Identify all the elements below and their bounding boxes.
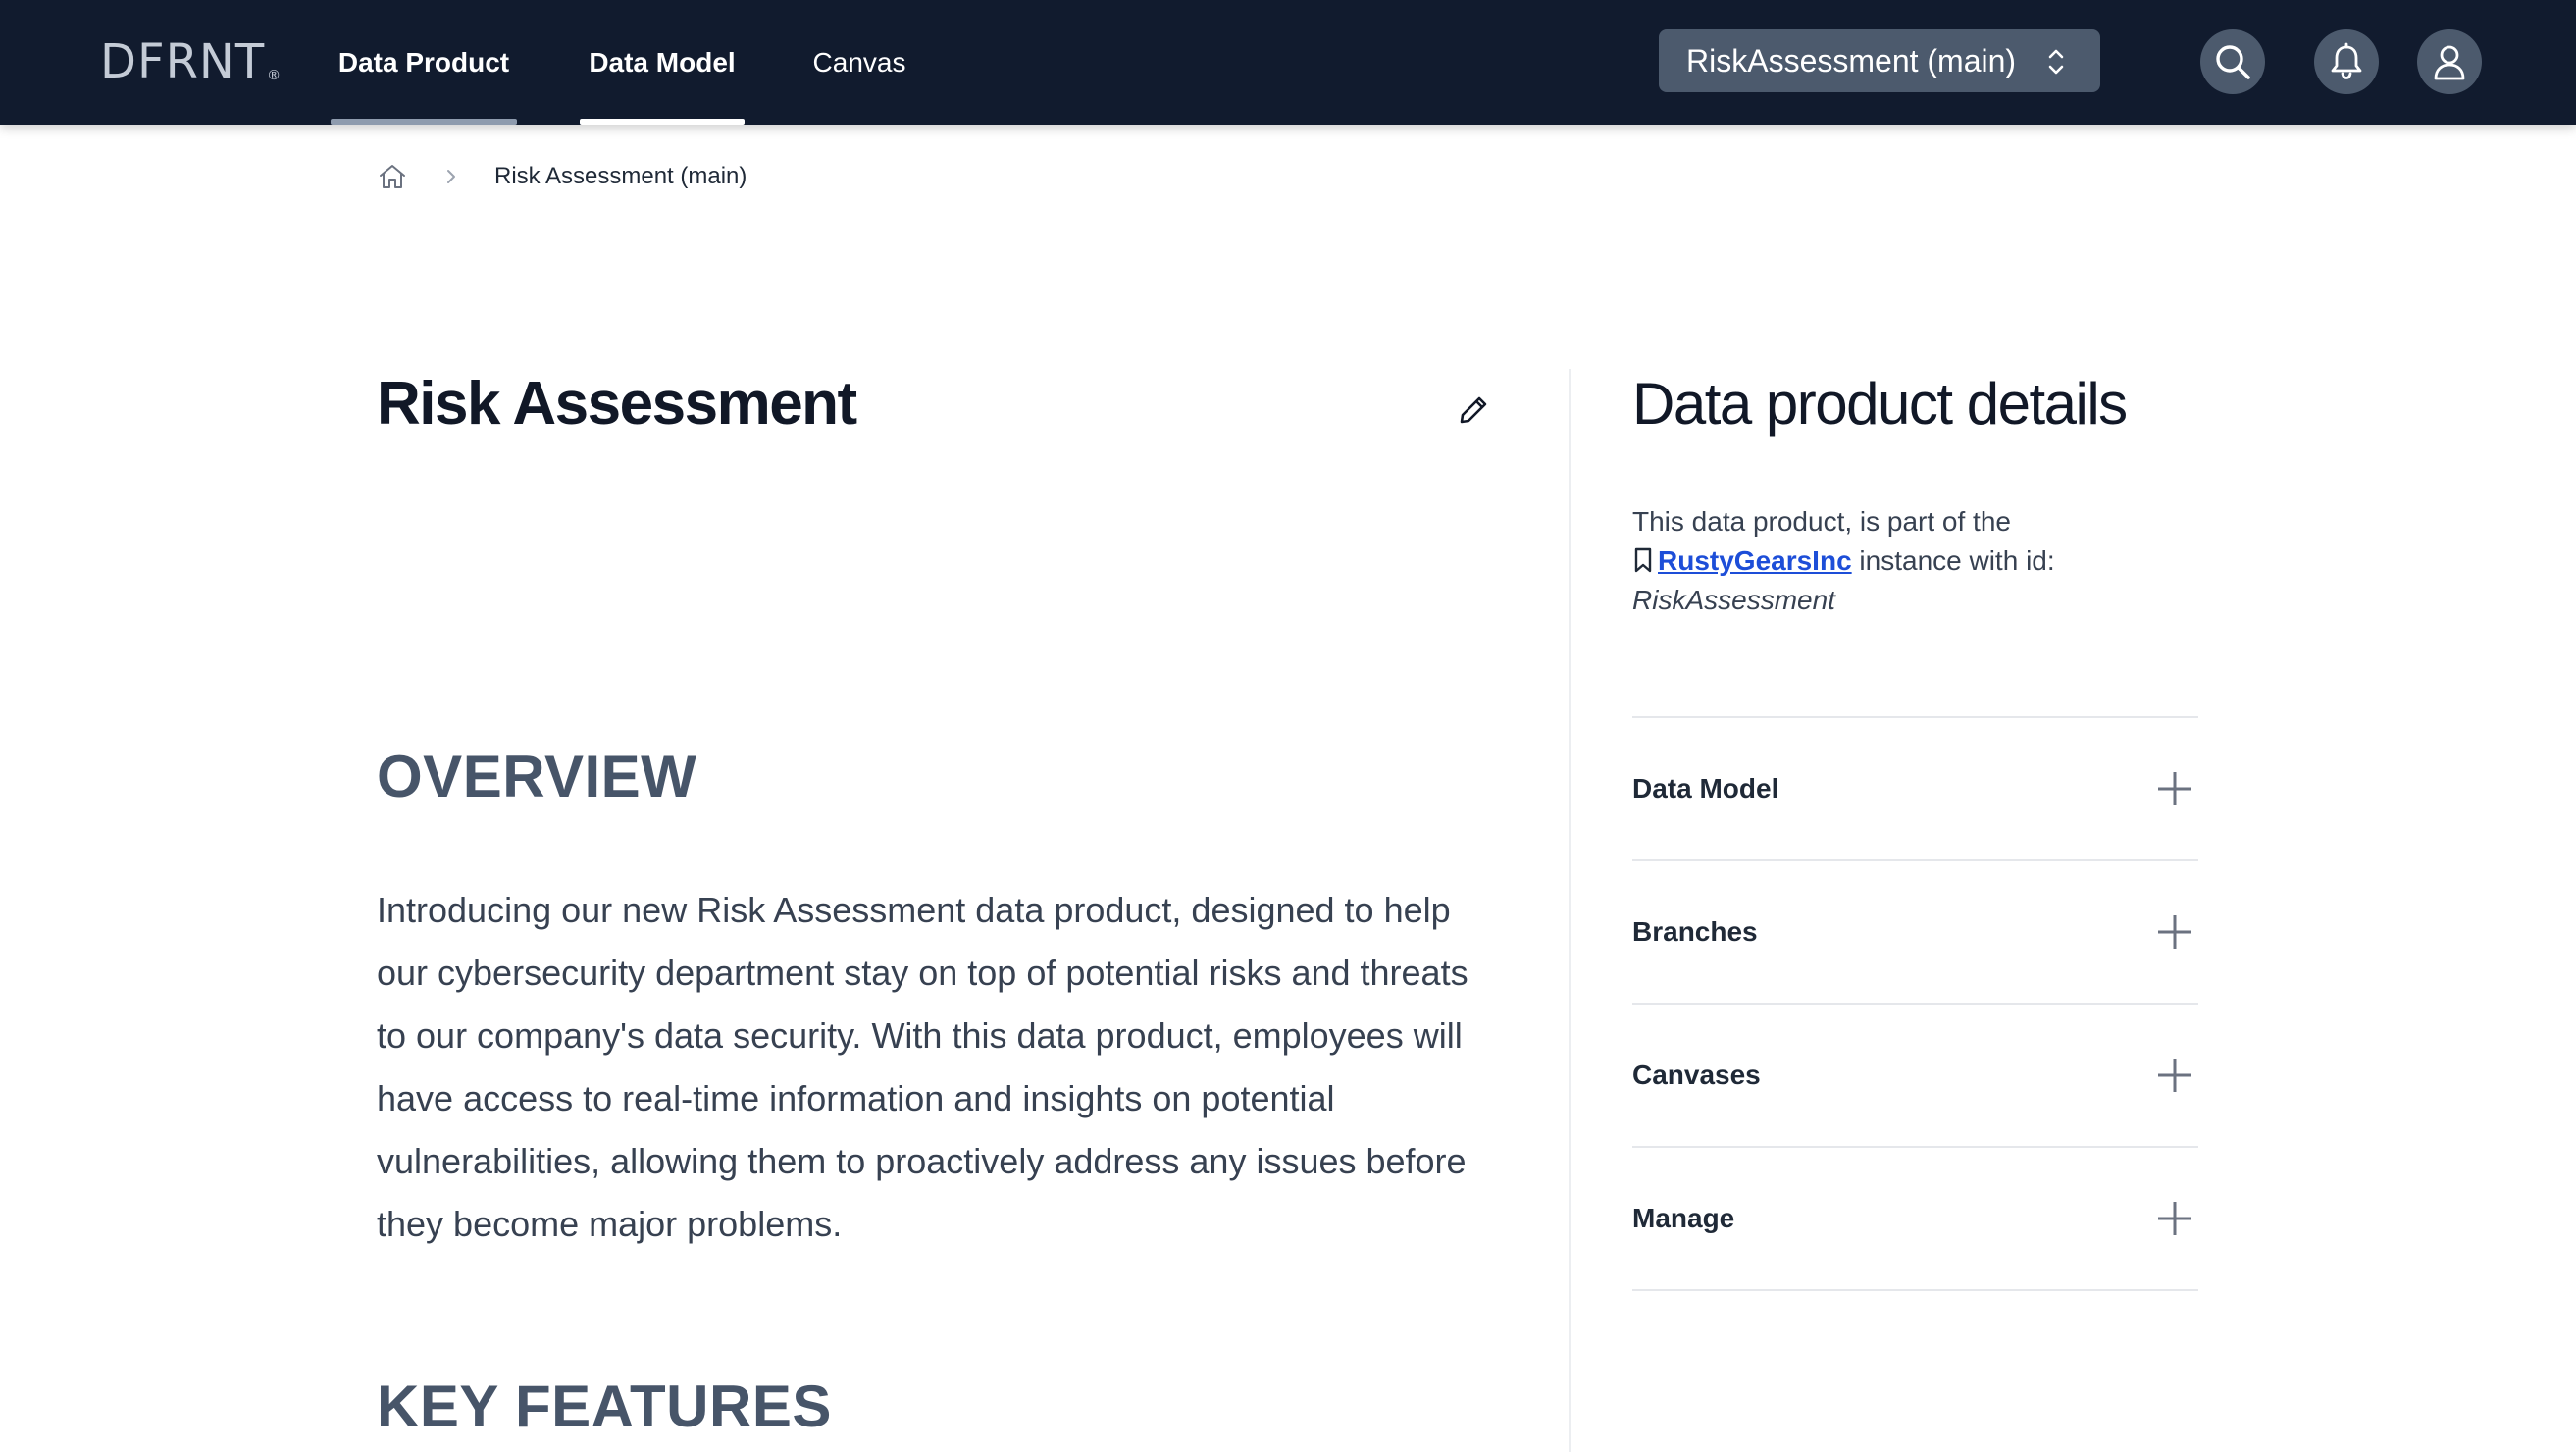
accordion-manage[interactable]: Manage <box>1632 1148 2198 1291</box>
breadcrumb: Risk Assessment (main) <box>377 155 747 198</box>
logo-text: DFRNT <box>100 34 266 89</box>
page-title: Risk Assessment <box>377 370 857 438</box>
desc-prefix: This data product, is part of the <box>1632 506 2011 537</box>
pencil-icon[interactable] <box>1456 392 1491 428</box>
notifications-button[interactable] <box>2314 29 2379 94</box>
dfrnt-logo[interactable]: DFRNT ® <box>100 35 282 88</box>
search-icon <box>2216 45 2250 79</box>
tab-data-model[interactable]: Data Model <box>580 0 745 125</box>
details-description: This data product, is part of the RustyG… <box>1632 502 2142 620</box>
overview-heading: OVERVIEW <box>377 744 697 809</box>
overview-text: Introducing our new Risk Assessment data… <box>377 890 1468 1244</box>
user-menu-button[interactable] <box>2417 29 2482 94</box>
branch-selector[interactable]: RiskAssessment (main) <box>1659 29 2100 92</box>
plus-icon[interactable] <box>2155 1056 2194 1095</box>
instance-link[interactable]: RustyGearsInc <box>1658 545 1852 576</box>
accordion-data-model[interactable]: Data Model <box>1632 718 2198 861</box>
tab-label: Data Model <box>589 46 736 78</box>
desc-middle: instance with id: <box>1859 545 2055 576</box>
registered-mark: ® <box>267 68 283 83</box>
chevron-up-down-icon <box>2048 49 2064 75</box>
tab-indicator <box>331 119 517 125</box>
details-title: Data product details <box>1632 371 2128 437</box>
accordion-label: Branches <box>1632 916 1758 947</box>
bell-icon <box>2331 42 2362 79</box>
accordion-label: Canvases <box>1632 1060 1761 1090</box>
plus-icon[interactable] <box>2155 912 2194 952</box>
accordion-branches[interactable]: Branches <box>1632 861 2198 1005</box>
key-features-heading: KEY FEATURES <box>377 1374 832 1439</box>
bookmark-icon <box>1634 547 1652 573</box>
accordion-label: Manage <box>1632 1203 1735 1233</box>
plus-icon[interactable] <box>2155 769 2194 808</box>
instance-id: RiskAssessment <box>1632 585 1835 615</box>
search-button[interactable] <box>2200 29 2265 94</box>
home-icon[interactable] <box>377 161 408 192</box>
tab-label: Canvas <box>812 46 906 78</box>
branch-selector-value: RiskAssessment (main) <box>1686 42 2017 78</box>
tab-label: Data Product <box>337 46 510 78</box>
tab-indicator <box>580 119 745 125</box>
plus-icon[interactable] <box>2155 1199 2194 1238</box>
top-navbar: DFRNT ® Data Product Data Model Canvas R… <box>0 0 2576 125</box>
tab-canvas[interactable]: Canvas <box>799 0 919 125</box>
breadcrumb-current[interactable]: Risk Assessment (main) <box>494 163 747 190</box>
column-divider <box>1569 369 1571 1452</box>
details-accordion: Data Model Branches Canvases Manage <box>1632 716 2198 1291</box>
user-icon <box>2434 45 2465 80</box>
accordion-label: Data Model <box>1632 773 1779 804</box>
chevron-right-icon <box>447 170 455 183</box>
tab-data-product[interactable]: Data Product <box>331 0 517 125</box>
accordion-canvases[interactable]: Canvases <box>1632 1005 2198 1148</box>
